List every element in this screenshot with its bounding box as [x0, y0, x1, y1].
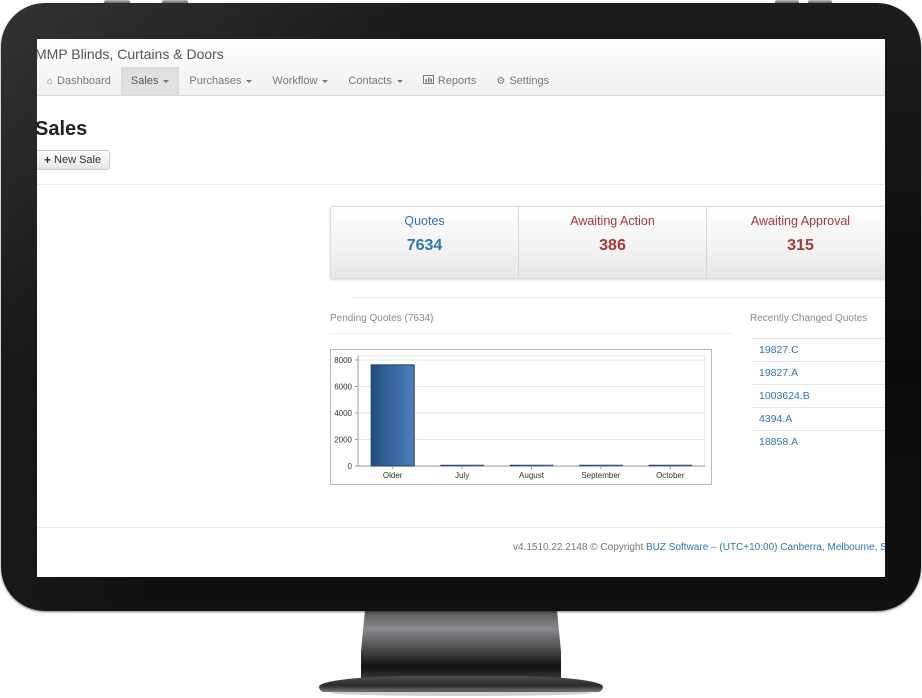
- y-tick-label: 4000: [334, 409, 352, 418]
- bar-chart-icon: [422, 75, 434, 87]
- x-tick-label: July: [455, 471, 469, 480]
- separator: –: [711, 542, 717, 553]
- nav-label: Workflow: [272, 75, 318, 87]
- navbar: MMP Blinds, Curtains & Doors ⌂ Dashboard…: [37, 39, 885, 96]
- nav-sales[interactable]: Sales: [120, 67, 180, 95]
- new-sale-label: New Sale: [54, 154, 102, 166]
- new-sale-button[interactable]: + New Sale: [37, 150, 111, 170]
- nav-label: Sales: [130, 75, 159, 87]
- y-tick-label: 0: [348, 462, 353, 471]
- x-tick-label: September: [581, 471, 620, 480]
- recent-quote-link[interactable]: 18858.A: [752, 430, 885, 453]
- y-tick-label: 8000: [334, 356, 352, 365]
- timezone-link[interactable]: (UTC+10:00) Canberra, Melbourne, Sydney: [719, 542, 885, 553]
- home-icon: ⌂: [47, 75, 54, 87]
- pending-quotes-title: Pending Quotes (7634): [330, 313, 434, 324]
- y-tick-label: 2000: [334, 436, 352, 445]
- bar-chart: 0 2000 4000 6000 8000 Older July August Septembe…: [334, 355, 706, 480]
- nav-label: Purchases: [189, 75, 242, 87]
- nav-reports[interactable]: Reports: [413, 67, 487, 95]
- stat-value: 315: [787, 237, 814, 254]
- x-tick-label: October: [656, 471, 685, 480]
- caret-down-icon: [322, 79, 329, 83]
- bar: [648, 464, 693, 467]
- monitor-stand-neck: [361, 610, 561, 685]
- recent-quote-link[interactable]: 19827.C: [752, 338, 885, 361]
- recent-quote-link[interactable]: 1003624.B: [752, 384, 885, 407]
- stat-value: 386: [599, 237, 626, 254]
- divider: [350, 297, 885, 298]
- nav-label: Dashboard: [57, 75, 111, 87]
- y-tick-label: 6000: [334, 383, 352, 392]
- footer: v4.1510.22.2148 © Copyright BUZ Software…: [513, 542, 885, 553]
- pending-quotes-chart: 0 2000 4000 6000 8000 Older July August Septembe…: [330, 349, 712, 485]
- caret-down-icon: [246, 79, 253, 83]
- recent-quote-link[interactable]: 19827.A: [752, 361, 885, 384]
- brand-title[interactable]: MMP Blinds, Curtains & Doors: [37, 46, 224, 62]
- page-title: Sales: [37, 118, 88, 140]
- nav-purchases[interactable]: Purchases: [179, 67, 262, 95]
- gears-icon: ⚙: [496, 75, 506, 87]
- nav-label: Reports: [437, 75, 477, 87]
- main-nav: ⌂ Dashboard Sales Purchases Workflow Con…: [37, 67, 559, 95]
- stat-quotes[interactable]: Quotes 7634: [331, 207, 519, 278]
- plus-icon: +: [44, 153, 52, 167]
- nav-workflow[interactable]: Workflow: [262, 67, 338, 95]
- bar: [579, 464, 623, 467]
- stat-awaiting-approval[interactable]: Awaiting Approval 315: [707, 207, 885, 278]
- recent-quotes-list: 19827.C 19827.A 1003624.B 4394.A 18858.A: [752, 338, 885, 453]
- stat-label: Quotes: [404, 214, 445, 228]
- nav-settings[interactable]: ⚙ Settings: [486, 67, 559, 95]
- monitor-shadow: [330, 690, 592, 696]
- screen: MMP Blinds, Curtains & Doors ⌂ Dashboard…: [37, 39, 885, 577]
- divider: [37, 184, 885, 185]
- stat-value: 7634: [406, 237, 443, 254]
- x-tick-label: August: [519, 471, 545, 480]
- bar: [440, 464, 484, 467]
- stat-label: Awaiting Approval: [750, 214, 851, 228]
- recent-quotes-title: Recently Changed Quotes: [750, 313, 868, 324]
- divider: [37, 527, 885, 528]
- company-link[interactable]: BUZ Software: [646, 542, 708, 553]
- x-tick-label: Older: [383, 471, 403, 480]
- recent-quote-link[interactable]: 4394.A: [752, 407, 885, 430]
- bar: [509, 464, 554, 467]
- stat-awaiting-action[interactable]: Awaiting Action 386: [519, 207, 707, 278]
- nav-dashboard[interactable]: ⌂ Dashboard: [37, 67, 121, 95]
- version-text: v4.1510.22.2148 © Copyright: [513, 542, 644, 553]
- caret-down-icon: [396, 79, 403, 83]
- nav-label: Settings: [509, 75, 550, 87]
- stat-label: Awaiting Action: [570, 214, 655, 228]
- divider: [330, 333, 732, 334]
- bar: [370, 364, 415, 467]
- stats-panel: Quotes 7634 Awaiting Action 386 Awaiting…: [330, 206, 885, 279]
- nav-contacts[interactable]: Contacts: [338, 67, 412, 95]
- nav-label: Contacts: [348, 75, 392, 87]
- caret-down-icon: [163, 79, 170, 83]
